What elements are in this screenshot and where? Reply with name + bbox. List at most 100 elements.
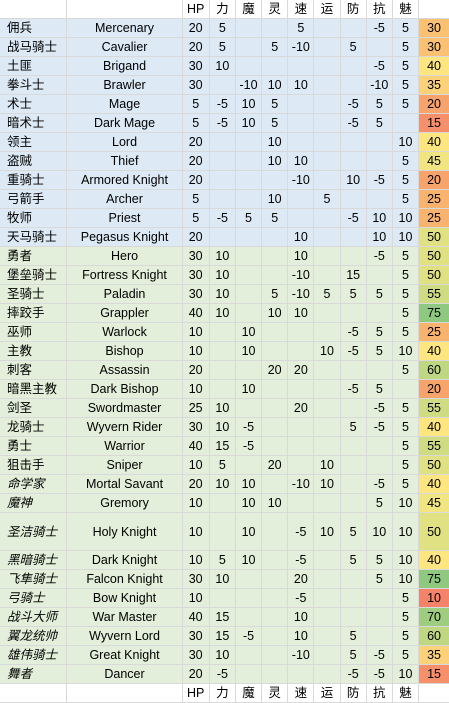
stat-cell: 10	[287, 303, 315, 323]
class-name-cn: 暗黑主教	[0, 379, 68, 399]
stat-cell	[261, 322, 289, 342]
stat-cell	[313, 246, 341, 266]
column-header: HP	[182, 683, 210, 703]
stat-cell	[313, 208, 341, 228]
stat-cell: 5	[366, 94, 393, 114]
class-stat-table: HP 力魔灵速运防抗魅 佣兵 Mercenary 20 5 5 -5 5 30 战马骑士 Caval…	[0, 0, 449, 703]
stat-cell: 5	[392, 588, 420, 608]
table-row: 暗黑主教 Dark Bishop 10 10 -5 5 20	[0, 379, 449, 399]
stat-cell	[235, 607, 263, 627]
class-name-cn: 战斗大师	[0, 607, 68, 627]
stat-cell	[313, 151, 341, 171]
column-header: 速	[287, 0, 315, 19]
stat-cell: 10	[182, 322, 210, 342]
stat-cell	[261, 569, 289, 589]
stat-cell: 10	[209, 246, 236, 266]
stat-cell	[235, 18, 263, 38]
stat-cell: 5	[366, 113, 393, 133]
column-header: 防	[340, 0, 367, 19]
stat-cell	[235, 284, 263, 304]
footer-row: HP 力魔灵速运防抗魅	[0, 683, 449, 703]
stat-cell: 20	[261, 455, 289, 475]
total-cell: 60	[418, 626, 449, 646]
table-footer: HP 力魔灵速运防抗魅	[0, 683, 449, 703]
total-cell: 30	[418, 18, 449, 38]
total-cell: 20	[418, 379, 449, 399]
stat-cell: 10	[392, 664, 420, 684]
stat-cell: -5	[340, 322, 367, 342]
class-name-en: Fortress Knight	[66, 265, 183, 285]
class-name-cn: 巫师	[0, 322, 68, 342]
stat-cell: 10	[235, 512, 263, 551]
class-name-en: War Master	[66, 607, 183, 627]
stat-cell: -5	[287, 550, 315, 570]
column-header: 速	[287, 683, 315, 703]
stat-cell: 30	[182, 645, 210, 665]
table-row: 牧师 Priest 5 -5 5 5 -5 10 10 25	[0, 208, 449, 228]
stat-cell	[235, 189, 263, 209]
class-name-en: Great Knight	[66, 645, 183, 665]
class-name-en: Dark Mage	[66, 113, 183, 133]
stat-cell: 10	[261, 75, 289, 95]
table-row: 主教 Bishop 10 10 10 -5 5 10 40	[0, 341, 449, 361]
stat-cell	[235, 170, 263, 190]
stat-cell: 5	[261, 208, 289, 228]
stat-cell	[261, 379, 289, 399]
stat-cell: 5	[392, 37, 420, 57]
stat-cell: 5	[392, 265, 420, 285]
stat-cell: 5	[261, 37, 289, 57]
stat-cell: 5	[392, 645, 420, 665]
stat-cell: -5	[340, 94, 367, 114]
stat-cell: 5	[209, 455, 236, 475]
stat-cell	[235, 265, 263, 285]
table-row: 盗贼 Thief 20 10 10 5 45	[0, 151, 449, 171]
column-header: 力	[209, 683, 236, 703]
stat-cell: 5	[366, 341, 393, 361]
stat-cell: 30	[182, 626, 210, 646]
column-header: HP	[182, 0, 210, 19]
stat-cell	[340, 189, 367, 209]
stat-cell	[366, 436, 393, 456]
stat-cell	[209, 512, 236, 551]
stat-cell: -10	[287, 265, 315, 285]
class-name-cn: 盗贼	[0, 151, 68, 171]
stat-cell: 5	[261, 113, 289, 133]
class-name-en: Dancer	[66, 664, 183, 684]
stat-cell: 5	[182, 113, 210, 133]
stat-cell: 40	[182, 303, 210, 323]
table-row: 圣洁骑士 Holy Knight 10 10 -5 10 5 10 10 50	[0, 512, 449, 551]
stat-cell	[366, 607, 393, 627]
class-name-cn: 剑圣	[0, 398, 68, 418]
class-name-cn: 勇者	[0, 246, 68, 266]
class-name-en: Archer	[66, 189, 183, 209]
class-name-en: Brigand	[66, 56, 183, 76]
stat-cell: 5	[340, 417, 367, 437]
stat-cell: 10	[235, 113, 263, 133]
stat-cell: 10	[287, 246, 315, 266]
stat-cell: 10	[261, 303, 289, 323]
stat-cell: 40	[182, 607, 210, 627]
class-name-cn: 翼龙统帅	[0, 626, 68, 646]
class-name-en: Grappler	[66, 303, 183, 323]
total-cell: 55	[418, 436, 449, 456]
table-row: 土匪 Brigand 30 10 -5 5 40	[0, 56, 449, 76]
column-header: 灵	[261, 683, 289, 703]
stat-cell: 20	[182, 132, 210, 152]
stat-cell	[313, 569, 341, 589]
stat-cell	[261, 436, 289, 456]
header-blank	[66, 683, 183, 703]
stat-cell: 10	[209, 474, 236, 494]
stat-cell: 10	[313, 474, 341, 494]
stat-cell	[209, 75, 236, 95]
stat-cell: 5	[313, 189, 341, 209]
class-name-cn: 土匪	[0, 56, 68, 76]
total-cell: 15	[418, 113, 449, 133]
stat-cell: 30	[182, 246, 210, 266]
stat-cell	[261, 588, 289, 608]
stat-cell: 10	[235, 493, 263, 513]
stat-cell	[209, 341, 236, 361]
total-cell: 20	[418, 94, 449, 114]
stat-cell	[366, 151, 393, 171]
stat-cell	[261, 664, 289, 684]
stat-cell: 10	[209, 284, 236, 304]
